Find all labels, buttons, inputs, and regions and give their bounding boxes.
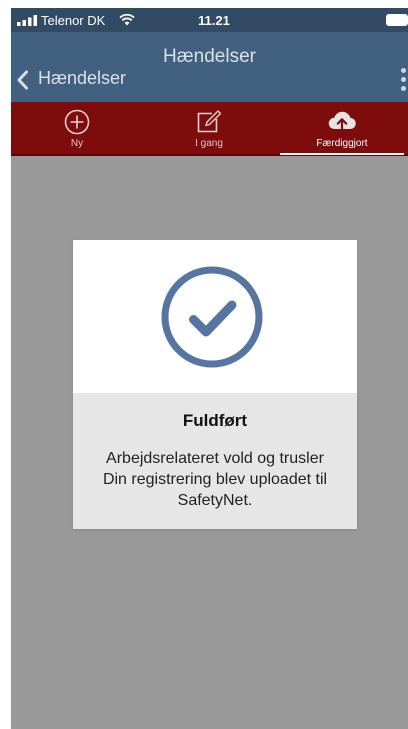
back-button-label: Hændelser — [38, 68, 127, 88]
tab-in-progress-label: I gang — [195, 138, 223, 149]
carrier-name: Telenor DK — [41, 13, 106, 28]
page-title: Hændelser — [163, 46, 256, 67]
battery-icon — [386, 14, 408, 26]
status-bar: Telenor DK 11.21 — [11, 8, 408, 32]
wifi-icon — [119, 13, 135, 26]
completion-dialog[interactable]: Fuldført Arbejdsrelateret vold og trusle… — [73, 240, 357, 529]
tab-in-progress[interactable]: I gang — [143, 102, 275, 154]
app-screen: Telenor DK 11.21 Hændelser Hændelser Ny … — [11, 8, 408, 729]
clock-time: 11.21 — [198, 13, 230, 28]
dialog-icon-area — [73, 240, 357, 393]
dialog-message: Arbejdsrelateret vold og trusler Din reg… — [102, 450, 328, 509]
tab-new-label: Ny — [70, 138, 84, 149]
tab-bar: Ny I gang Færdiggjort — [11, 102, 408, 156]
check-circle-icon — [161, 266, 263, 368]
tab-completed-label: Færdiggjort — [316, 138, 368, 149]
tab-completed[interactable]: Færdiggjort — [276, 102, 408, 155]
navigation-bar: Hændelser Hændelser — [11, 32, 408, 102]
add-circle-icon — [64, 109, 90, 135]
dialog-title: Fuldført — [182, 411, 248, 430]
signal-icon — [17, 15, 37, 26]
cloud-upload-icon — [328, 111, 356, 132]
edit-icon — [197, 110, 222, 133]
more-vertical-icon[interactable] — [399, 68, 408, 94]
tab-new[interactable]: Ny — [11, 102, 143, 154]
active-tab-indicator — [280, 153, 404, 155]
chevron-left-icon — [17, 70, 28, 90]
